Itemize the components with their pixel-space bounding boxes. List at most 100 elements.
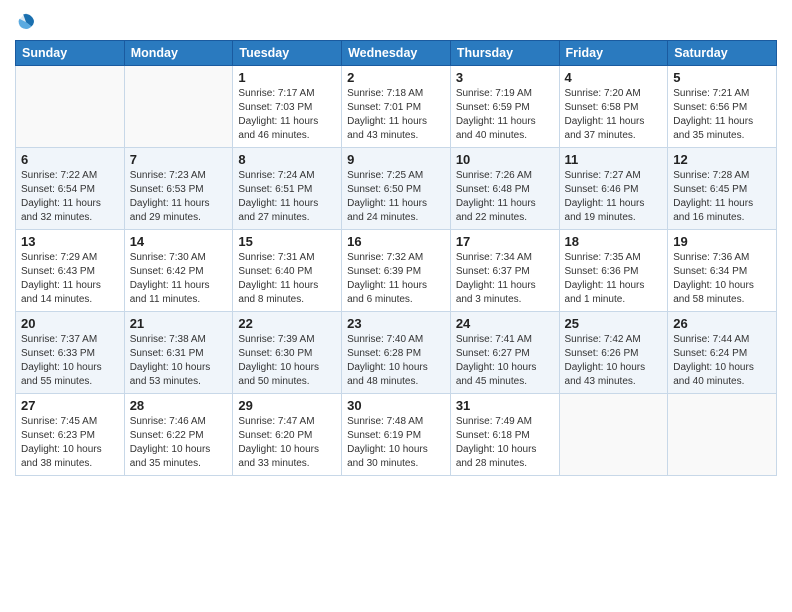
calendar-cell: 23 Sunrise: 7:40 AM Sunset: 6:28 PM Dayli… <box>342 312 451 394</box>
day-number: 28 <box>130 398 228 413</box>
day-info: Sunrise: 7:47 AM Sunset: 6:20 PM Dayligh… <box>238 415 336 471</box>
day-number: 7 <box>130 152 228 167</box>
calendar-cell: 9 Sunrise: 7:25 AM Sunset: 6:50 PM Daylig… <box>342 148 451 230</box>
logo <box>15 10 39 32</box>
calendar-cell: 8 Sunrise: 7:24 AM Sunset: 6:51 PM Daylig… <box>233 148 342 230</box>
day-number: 20 <box>21 316 119 331</box>
day-info: Sunrise: 7:17 AM Sunset: 7:03 PM Dayligh… <box>238 87 336 143</box>
calendar-week-5: 27 Sunrise: 7:45 AM Sunset: 6:23 PM Dayli… <box>16 394 777 476</box>
header-cell-tuesday: Tuesday <box>233 41 342 66</box>
day-info: Sunrise: 7:46 AM Sunset: 6:22 PM Dayligh… <box>130 415 228 471</box>
calendar-table: SundayMondayTuesdayWednesdayThursdayFrid… <box>15 40 777 476</box>
calendar-cell: 20 Sunrise: 7:37 AM Sunset: 6:33 PM Dayli… <box>16 312 125 394</box>
day-info: Sunrise: 7:39 AM Sunset: 6:30 PM Dayligh… <box>238 333 336 389</box>
header <box>15 10 777 32</box>
page: SundayMondayTuesdayWednesdayThursdayFrid… <box>0 0 792 612</box>
calendar-cell: 10 Sunrise: 7:26 AM Sunset: 6:48 PM Dayli… <box>450 148 559 230</box>
day-number: 11 <box>565 152 663 167</box>
day-info: Sunrise: 7:29 AM Sunset: 6:43 PM Dayligh… <box>21 251 119 307</box>
calendar-body: 1 Sunrise: 7:17 AM Sunset: 7:03 PM Daylig… <box>16 66 777 476</box>
day-number: 9 <box>347 152 445 167</box>
calendar-week-1: 1 Sunrise: 7:17 AM Sunset: 7:03 PM Daylig… <box>16 66 777 148</box>
day-info: Sunrise: 7:35 AM Sunset: 6:36 PM Dayligh… <box>565 251 663 307</box>
day-number: 29 <box>238 398 336 413</box>
day-number: 2 <box>347 70 445 85</box>
calendar-cell: 22 Sunrise: 7:39 AM Sunset: 6:30 PM Dayli… <box>233 312 342 394</box>
day-info: Sunrise: 7:25 AM Sunset: 6:50 PM Dayligh… <box>347 169 445 225</box>
calendar-cell: 26Sunrise: 7:44 AM Sunset: 6:24 PM Dayli… <box>668 312 777 394</box>
calendar-header: SundayMondayTuesdayWednesdayThursdayFrid… <box>16 41 777 66</box>
day-number: 10 <box>456 152 554 167</box>
calendar-cell: 16Sunrise: 7:32 AM Sunset: 6:39 PM Dayli… <box>342 230 451 312</box>
calendar-cell: 3 Sunrise: 7:19 AM Sunset: 6:59 PM Daylig… <box>450 66 559 148</box>
calendar-cell <box>16 66 125 148</box>
day-info: Sunrise: 7:48 AM Sunset: 6:19 PM Dayligh… <box>347 415 445 471</box>
day-number: 18 <box>565 234 663 249</box>
calendar-cell: 15Sunrise: 7:31 AM Sunset: 6:40 PM Dayli… <box>233 230 342 312</box>
calendar-cell: 7 Sunrise: 7:23 AM Sunset: 6:53 PM Daylig… <box>124 148 233 230</box>
day-number: 17 <box>456 234 554 249</box>
day-number: 24 <box>456 316 554 331</box>
day-number: 1 <box>238 70 336 85</box>
day-info: Sunrise: 7:38 AM Sunset: 6:31 PM Dayligh… <box>130 333 228 389</box>
calendar-cell: 11 Sunrise: 7:27 AM Sunset: 6:46 PM Dayli… <box>559 148 668 230</box>
day-info: Sunrise: 7:40 AM Sunset: 6:28 PM Dayligh… <box>347 333 445 389</box>
calendar-cell: 1 Sunrise: 7:17 AM Sunset: 7:03 PM Daylig… <box>233 66 342 148</box>
day-info: Sunrise: 7:42 AM Sunset: 6:26 PM Dayligh… <box>565 333 663 389</box>
day-number: 12 <box>673 152 771 167</box>
header-cell-sunday: Sunday <box>16 41 125 66</box>
day-number: 25 <box>565 316 663 331</box>
header-row: SundayMondayTuesdayWednesdayThursdayFrid… <box>16 41 777 66</box>
day-number: 3 <box>456 70 554 85</box>
day-number: 27 <box>21 398 119 413</box>
day-info: Sunrise: 7:28 AM Sunset: 6:45 PM Dayligh… <box>673 169 771 225</box>
day-number: 13 <box>21 234 119 249</box>
day-number: 5 <box>673 70 771 85</box>
calendar-week-4: 20 Sunrise: 7:37 AM Sunset: 6:33 PM Dayli… <box>16 312 777 394</box>
day-number: 30 <box>347 398 445 413</box>
calendar-cell: 4Sunrise: 7:20 AM Sunset: 6:58 PM Daylig… <box>559 66 668 148</box>
calendar-cell: 31Sunrise: 7:49 AM Sunset: 6:18 PM Dayli… <box>450 394 559 476</box>
day-info: Sunrise: 7:41 AM Sunset: 6:27 PM Dayligh… <box>456 333 554 389</box>
logo-icon <box>15 10 37 32</box>
day-info: Sunrise: 7:32 AM Sunset: 6:39 PM Dayligh… <box>347 251 445 307</box>
calendar-cell <box>559 394 668 476</box>
calendar-cell: 24 Sunrise: 7:41 AM Sunset: 6:27 PM Dayli… <box>450 312 559 394</box>
day-number: 4 <box>565 70 663 85</box>
day-info: Sunrise: 7:27 AM Sunset: 6:46 PM Dayligh… <box>565 169 663 225</box>
day-info: Sunrise: 7:26 AM Sunset: 6:48 PM Dayligh… <box>456 169 554 225</box>
day-number: 8 <box>238 152 336 167</box>
day-number: 19 <box>673 234 771 249</box>
day-info: Sunrise: 7:23 AM Sunset: 6:53 PM Dayligh… <box>130 169 228 225</box>
calendar-cell: 17Sunrise: 7:34 AM Sunset: 6:37 PM Dayli… <box>450 230 559 312</box>
calendar-cell: 14 Sunrise: 7:30 AM Sunset: 6:42 PM Dayli… <box>124 230 233 312</box>
calendar-cell: 18 Sunrise: 7:35 AM Sunset: 6:36 PM Dayli… <box>559 230 668 312</box>
day-number: 21 <box>130 316 228 331</box>
day-number: 14 <box>130 234 228 249</box>
header-cell-thursday: Thursday <box>450 41 559 66</box>
header-cell-monday: Monday <box>124 41 233 66</box>
calendar-cell: 28 Sunrise: 7:46 AM Sunset: 6:22 PM Dayli… <box>124 394 233 476</box>
calendar-cell: 2 Sunrise: 7:18 AM Sunset: 7:01 PM Daylig… <box>342 66 451 148</box>
calendar-cell: 19Sunrise: 7:36 AM Sunset: 6:34 PM Dayli… <box>668 230 777 312</box>
day-number: 23 <box>347 316 445 331</box>
calendar-cell <box>124 66 233 148</box>
calendar-cell: 13 Sunrise: 7:29 AM Sunset: 6:43 PM Dayli… <box>16 230 125 312</box>
day-info: Sunrise: 7:45 AM Sunset: 6:23 PM Dayligh… <box>21 415 119 471</box>
calendar-week-2: 6Sunrise: 7:22 AM Sunset: 6:54 PM Daylig… <box>16 148 777 230</box>
calendar-week-3: 13 Sunrise: 7:29 AM Sunset: 6:43 PM Dayli… <box>16 230 777 312</box>
day-number: 22 <box>238 316 336 331</box>
day-info: Sunrise: 7:37 AM Sunset: 6:33 PM Dayligh… <box>21 333 119 389</box>
calendar-cell: 30 Sunrise: 7:48 AM Sunset: 6:19 PM Dayli… <box>342 394 451 476</box>
calendar-cell <box>668 394 777 476</box>
header-cell-friday: Friday <box>559 41 668 66</box>
day-info: Sunrise: 7:44 AM Sunset: 6:24 PM Dayligh… <box>673 333 771 389</box>
day-info: Sunrise: 7:49 AM Sunset: 6:18 PM Dayligh… <box>456 415 554 471</box>
day-info: Sunrise: 7:30 AM Sunset: 6:42 PM Dayligh… <box>130 251 228 307</box>
calendar-cell: 6Sunrise: 7:22 AM Sunset: 6:54 PM Daylig… <box>16 148 125 230</box>
calendar-cell: 12 Sunrise: 7:28 AM Sunset: 6:45 PM Dayli… <box>668 148 777 230</box>
day-info: Sunrise: 7:19 AM Sunset: 6:59 PM Dayligh… <box>456 87 554 143</box>
day-info: Sunrise: 7:24 AM Sunset: 6:51 PM Dayligh… <box>238 169 336 225</box>
calendar-cell: 27 Sunrise: 7:45 AM Sunset: 6:23 PM Dayli… <box>16 394 125 476</box>
day-info: Sunrise: 7:18 AM Sunset: 7:01 PM Dayligh… <box>347 87 445 143</box>
